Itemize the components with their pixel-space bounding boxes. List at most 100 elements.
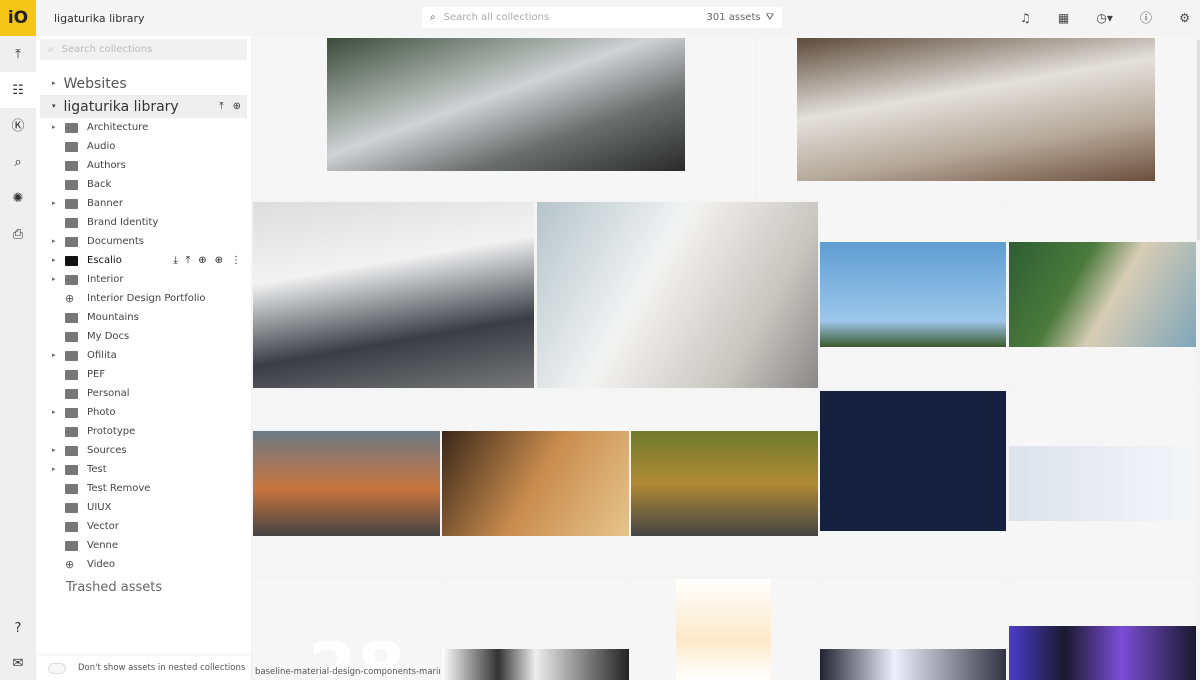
expand-icon[interactable]: ▸ bbox=[52, 238, 65, 245]
collection-item[interactable]: ▸ Documents bbox=[36, 232, 251, 251]
asset-tile[interactable] bbox=[253, 391, 440, 576]
clock-icon[interactable]: ◷▾ bbox=[1096, 12, 1113, 24]
add-icon[interactable]: ⊕ bbox=[198, 255, 206, 266]
collection-item[interactable]: My Docs bbox=[36, 327, 251, 346]
asset-tile[interactable] bbox=[1009, 391, 1196, 576]
collection-item[interactable]: ⊕ Video bbox=[36, 555, 251, 574]
upload-icon[interactable]: ⤒ bbox=[186, 255, 190, 266]
global-search[interactable]: ⌕ Search all collections 301 assets ⛛ bbox=[422, 7, 782, 28]
k-icon[interactable]: Ⓚ bbox=[0, 108, 36, 144]
collection-item[interactable]: ▸ Banner bbox=[36, 194, 251, 213]
expand-icon[interactable]: ▸ bbox=[52, 466, 65, 473]
asset-tile[interactable] bbox=[1009, 579, 1196, 680]
collection-label: Brand Identity bbox=[87, 216, 159, 228]
asset-tile[interactable] bbox=[820, 391, 1006, 576]
asset-tile[interactable] bbox=[820, 579, 1006, 680]
collection-item[interactable]: Authors bbox=[36, 156, 251, 175]
collection-item[interactable]: ▸ Interior bbox=[36, 270, 251, 289]
collection-label: Interior bbox=[87, 273, 124, 285]
collection-item[interactable]: ▸ Architecture bbox=[36, 118, 251, 137]
collection-item[interactable]: Personal bbox=[36, 384, 251, 403]
expand-icon[interactable]: ▸ bbox=[52, 352, 65, 359]
expand-icon[interactable]: ▸ bbox=[52, 276, 65, 283]
asset-grid: 28 baseline-material-design-components-ma… bbox=[251, 36, 1200, 680]
asset-tile[interactable] bbox=[253, 36, 755, 198]
gear-icon[interactable]: ⚙ bbox=[1179, 12, 1190, 24]
collection-item[interactable]: ▸ Escalio ⤓ ⤒ ⊕ ⊕ ⋮ bbox=[36, 251, 251, 270]
folder-icon bbox=[65, 426, 78, 437]
collection-item[interactable]: ▸ Photo bbox=[36, 403, 251, 422]
collection-item[interactable]: ▸ Sources bbox=[36, 441, 251, 460]
asset-tile[interactable]: 28 baseline-material-design-components-ma… bbox=[253, 579, 440, 680]
collection-item[interactable]: Mountains bbox=[36, 308, 251, 327]
filter-icon[interactable]: ⛛ bbox=[766, 12, 774, 23]
nested-toggle-label: Don't show assets in nested collections bbox=[78, 663, 246, 673]
collection-item[interactable]: Test Remove bbox=[36, 479, 251, 498]
folder-icon bbox=[65, 236, 78, 247]
collections-icon[interactable]: ☷ bbox=[0, 72, 36, 108]
collection-item[interactable]: ▸ Test bbox=[36, 460, 251, 479]
asset-tile[interactable] bbox=[1009, 202, 1196, 388]
inbox-icon[interactable]: ⎙ bbox=[0, 216, 36, 252]
asset-tile[interactable] bbox=[537, 202, 818, 388]
collection-item[interactable]: Back bbox=[36, 175, 251, 194]
collection-label: Interior Design Portfolio bbox=[87, 292, 206, 304]
search-icon[interactable]: ⌕ bbox=[0, 144, 36, 180]
asset-tile[interactable] bbox=[631, 579, 818, 680]
collection-item[interactable]: PEF bbox=[36, 365, 251, 384]
upload-icon[interactable]: ⤒ bbox=[0, 36, 36, 72]
collection-item[interactable]: ⊕ Interior Design Portfolio bbox=[36, 289, 251, 308]
collection-item[interactable]: Venne bbox=[36, 536, 251, 555]
collection-label: Ofilita bbox=[87, 349, 117, 361]
collection-item[interactable]: Brand Identity bbox=[36, 213, 251, 232]
collection-label: ligaturika library bbox=[63, 98, 179, 115]
collection-ligaturika-library[interactable]: ▾ ligaturika library ⤒ ⊕ bbox=[40, 95, 247, 118]
asset-filename: baseline-material-design-components-mari… bbox=[255, 667, 440, 677]
collection-item[interactable]: UIUX bbox=[36, 498, 251, 517]
collapse-icon[interactable]: ▾ bbox=[52, 103, 56, 110]
expand-icon[interactable]: ▸ bbox=[52, 80, 56, 87]
bell-icon[interactable]: ♫ bbox=[1020, 12, 1031, 24]
asset-tile[interactable] bbox=[442, 579, 629, 680]
asset-tile[interactable] bbox=[758, 36, 1196, 198]
expand-icon[interactable]: ▸ bbox=[52, 124, 65, 131]
nested-toggle[interactable] bbox=[48, 662, 66, 674]
expand-icon[interactable]: ▸ bbox=[52, 447, 65, 454]
collections-search[interactable]: ⌕ Search collections bbox=[40, 39, 247, 60]
folder-icon bbox=[65, 369, 78, 380]
expand-icon[interactable]: ▸ bbox=[52, 409, 65, 416]
trashed-assets[interactable]: Trashed assets bbox=[36, 580, 251, 596]
collection-websites[interactable]: ▸ Websites bbox=[36, 72, 251, 95]
expand-icon[interactable]: ▸ bbox=[52, 257, 65, 264]
folder-icon bbox=[65, 255, 78, 266]
more-icon[interactable]: ⋮ bbox=[231, 255, 241, 266]
chat-icon[interactable]: ✉ bbox=[0, 648, 36, 678]
grid-icon[interactable]: ▦ bbox=[1058, 12, 1069, 24]
asset-tile[interactable] bbox=[631, 391, 818, 576]
expand-icon[interactable]: ▸ bbox=[52, 200, 65, 207]
download-icon[interactable]: ⤓ bbox=[173, 255, 177, 266]
search-icon: ⌕ bbox=[48, 44, 54, 55]
asset-tile[interactable] bbox=[820, 202, 1006, 388]
info-icon[interactable]: ⓘ bbox=[1140, 12, 1152, 24]
folder-icon bbox=[65, 331, 78, 342]
asset-thumbnail bbox=[1009, 242, 1196, 347]
search-input[interactable]: Search all collections bbox=[444, 12, 550, 23]
app-logo[interactable]: iO bbox=[0, 0, 36, 36]
collection-item[interactable]: Prototype bbox=[36, 422, 251, 441]
folder-icon bbox=[65, 521, 78, 532]
collection-item[interactable]: ▸ Ofilita bbox=[36, 346, 251, 365]
collection-item[interactable]: Audio bbox=[36, 137, 251, 156]
add-icon[interactable]: ⊕ bbox=[233, 101, 241, 112]
asset-tile[interactable] bbox=[442, 391, 629, 576]
search-collections-input[interactable]: Search collections bbox=[62, 44, 153, 55]
help-icon[interactable]: ? bbox=[0, 613, 36, 643]
collection-item[interactable]: Vector bbox=[36, 517, 251, 536]
lightbulb-icon[interactable]: ✺ bbox=[0, 180, 36, 216]
asset-thumbnail bbox=[1009, 446, 1196, 521]
globe-icon[interactable]: ⊕ bbox=[215, 255, 223, 266]
folder-icon bbox=[65, 350, 78, 361]
folder-icon bbox=[65, 483, 78, 494]
upload-icon[interactable]: ⤒ bbox=[219, 101, 223, 112]
asset-tile[interactable] bbox=[253, 202, 534, 388]
